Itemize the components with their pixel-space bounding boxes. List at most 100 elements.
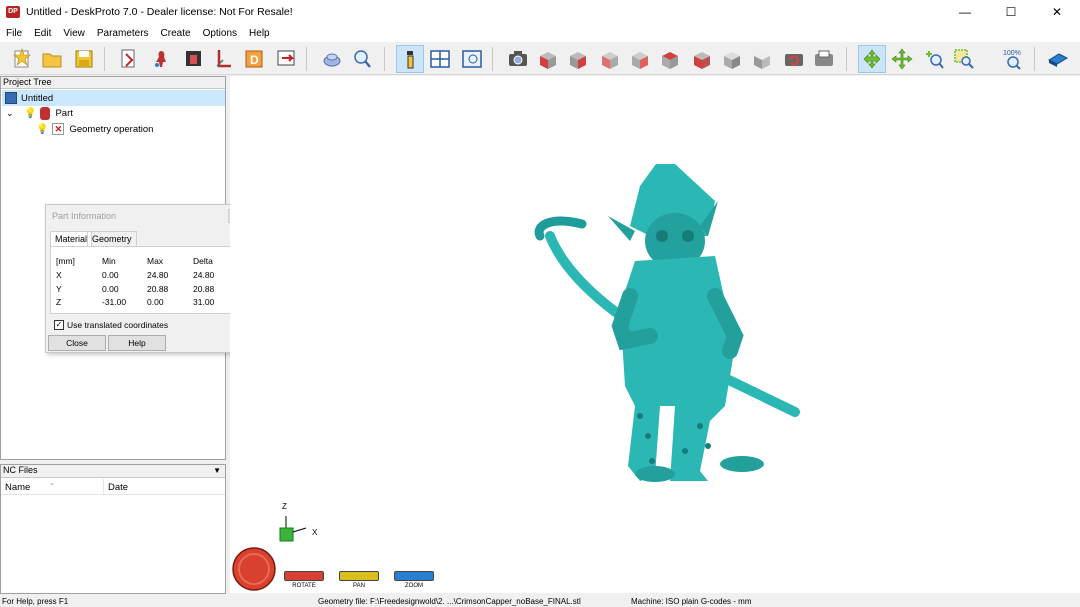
bitmap-icon[interactable] [180,45,208,73]
zoom-100-icon[interactable]: 100% [1000,45,1028,73]
column-divider[interactable] [103,479,104,495]
preview-icon[interactable] [348,45,376,73]
pan-mode-icon[interactable] [888,45,916,73]
header-delta: Delta [193,256,213,266]
row-z-min: -31.00 [102,297,127,307]
main-toolbar: D 100% [0,42,1080,75]
view-bottom-icon[interactable] [688,45,716,73]
part-icon[interactable] [148,45,176,73]
view-right-icon[interactable] [626,45,654,73]
rotate-dial[interactable] [232,547,276,591]
view-front-icon[interactable] [534,45,562,73]
minimize-button[interactable]: — [942,0,988,24]
app-icon: DP [6,6,20,18]
column-name[interactable]: Name [5,482,30,493]
import-geometry-icon[interactable] [116,45,144,73]
row-x-delta: 24.80 [193,270,215,280]
tree-item-geometry-operation[interactable]: 💡 ✕ Geometry operation [2,121,153,137]
row-y-min: 0.00 [102,284,119,294]
lightbulb-icon[interactable]: 💡 [24,108,36,119]
sort-indicator-icon: ⌄ [49,480,55,487]
x-axis-label: X [312,528,318,537]
axis-indicator: Z X [279,502,318,542]
row-x-axis: X [56,270,62,280]
nc-files-dropdown-icon[interactable]: ▼ [213,465,221,476]
tab-material[interactable]: Material [50,231,93,247]
rotate-mode-icon[interactable] [858,45,886,73]
window-title: Untitled - DeskProto 7.0 - Dealer licens… [26,6,293,18]
close-button[interactable]: Close [48,335,106,351]
drawing-icon[interactable]: D [240,45,268,73]
part-information-dialog: Part Information Material Geometry [mm] … [45,204,245,353]
zoom-control[interactable] [394,571,434,581]
view-iso-icon[interactable] [718,45,746,73]
reset-view-icon[interactable] [780,45,808,73]
dialog-title: Part Information [46,205,244,227]
row-z-max: 0.00 [147,297,164,307]
zoom-mode-icon[interactable] [920,45,948,73]
goblin-model[interactable] [534,164,800,482]
view-back-icon[interactable] [564,45,592,73]
menu-bar: File Edit View Parameters Create Options… [0,24,1080,42]
book-icon[interactable] [1044,45,1072,73]
status-help: For Help, press F1 [2,597,69,606]
tree-item-part[interactable]: ⌄ 💡 Part [2,105,73,121]
zoom-window-icon[interactable] [950,45,978,73]
row-y-max: 20.88 [147,284,169,294]
menu-view[interactable]: View [57,28,91,39]
lightbulb-icon[interactable]: 💡 [36,124,48,135]
rotate-control[interactable] [284,571,324,581]
print-view-icon[interactable] [810,45,838,73]
menu-help[interactable]: Help [243,28,276,39]
3d-viewport[interactable]: Z X ROTATE PAN ZOOM [230,76,1080,593]
translated-coords-row: ✓ Use translated coordinates [54,320,168,330]
dialog-title-text: Part Information [52,211,117,221]
part-icon [40,106,51,120]
view-left-icon[interactable] [596,45,624,73]
view-iso2-icon[interactable] [748,45,776,73]
tree-item-untitled[interactable]: Untitled [2,90,225,106]
status-geometry-file: Geometry file: F:\Freedesignwold\2. ...\… [318,597,581,606]
vector-icon[interactable] [210,45,238,73]
translated-coords-checkbox[interactable]: ✓ [54,320,64,330]
menu-file[interactable]: File [0,28,28,39]
pan-control[interactable] [339,571,379,581]
close-window-button[interactable]: ✕ [1034,0,1080,24]
export-icon[interactable] [272,45,300,73]
view-top-icon[interactable] [656,45,684,73]
zoom-label: ZOOM [405,583,423,589]
nc-files-panel: NC Files ▼ Name ⌄ Date [0,464,226,594]
tab-geometry[interactable]: Geometry [87,231,137,247]
layout-icon[interactable] [426,45,454,73]
new-project-icon[interactable] [8,45,36,73]
tree-item-label: Part [55,107,73,119]
open-project-icon[interactable] [38,45,66,73]
row-z-axis: Z [56,297,62,307]
measure-icon[interactable] [318,45,346,73]
header-min: Min [102,256,116,266]
tree-item-label: Untitled [21,92,54,104]
menu-parameters[interactable]: Parameters [91,28,155,39]
menu-create[interactable]: Create [155,28,197,39]
camera-icon[interactable] [504,45,532,73]
expand-chevron-icon[interactable]: ⌄ [6,108,16,119]
row-y-axis: Y [56,284,62,294]
nc-files-title: NC Files [3,465,38,475]
column-date[interactable]: Date [108,482,128,493]
save-project-icon[interactable] [70,45,98,73]
menu-edit[interactable]: Edit [28,28,57,39]
status-bar: For Help, press F1 Geometry file: F:\Fre… [0,597,1080,607]
z-axis-label: Z [282,502,287,511]
rotate-label: ROTATE [292,583,316,589]
view-options-icon[interactable] [458,45,486,73]
maximize-button[interactable]: ☐ [988,0,1034,24]
info-icon[interactable] [396,45,424,73]
menu-options[interactable]: Options [197,28,243,39]
tree-item-label: Geometry operation [69,123,154,135]
help-button[interactable]: Help [108,335,166,351]
translated-coords-label: Use translated coordinates [67,320,169,330]
status-machine: Machine: ISO plain G-codes - mm [631,597,752,606]
title-bar: DP Untitled - DeskProto 7.0 - Dealer lic… [0,0,1080,24]
svg-text:D: D [250,53,259,67]
row-x-min: 0.00 [102,270,119,280]
